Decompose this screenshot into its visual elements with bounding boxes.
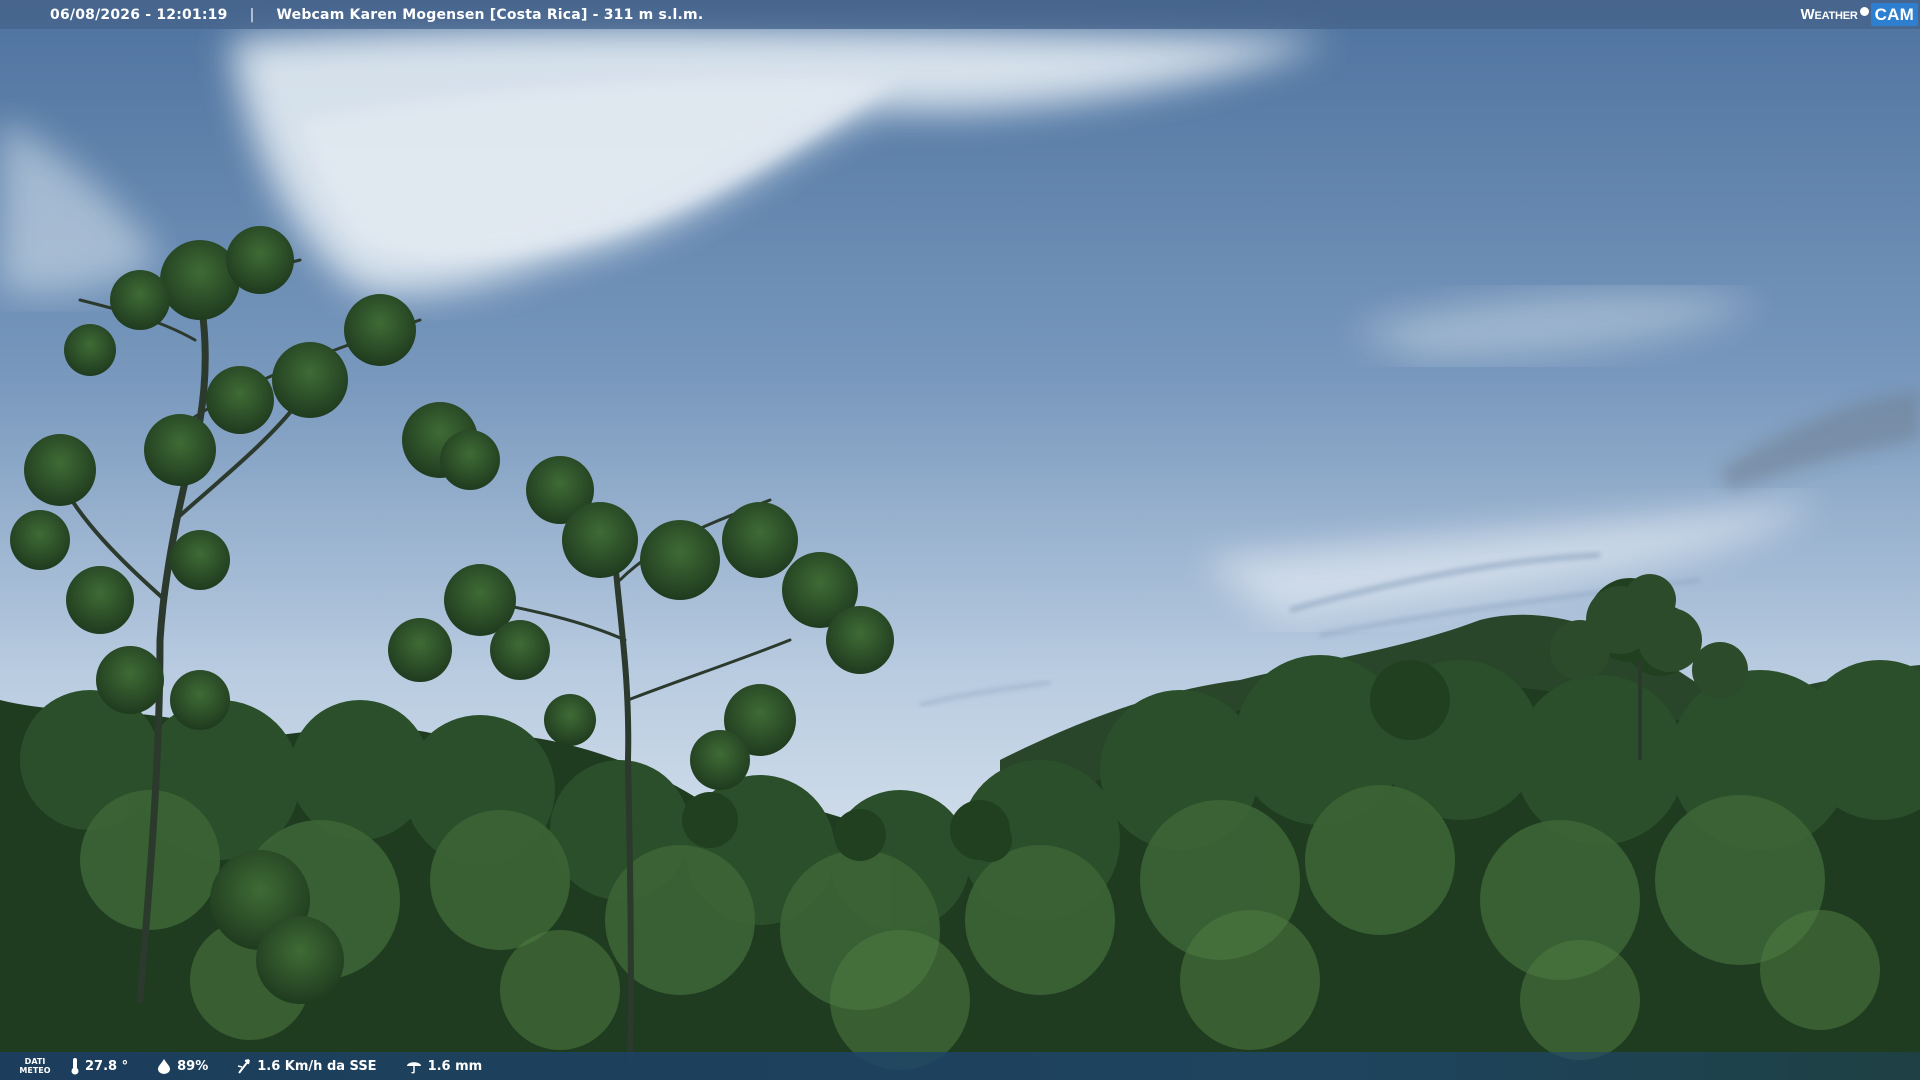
weather-data-bar: DATI METEO 27.8 ° 89% 1.6 Km/h da SSE 1.… — [0, 1052, 1920, 1080]
top-info-bar: 06/08/2026 - 12:01:19 | Webcam Karen Mog… — [0, 0, 1920, 29]
humidity-drop-icon — [158, 1059, 171, 1074]
rain-reading: 1.6 mm — [405, 1058, 483, 1074]
thermometer-icon — [71, 1058, 79, 1075]
rain-value: 1.6 mm — [427, 1058, 483, 1074]
separator: | — [249, 6, 255, 23]
logo-cam-text: CAM — [1870, 3, 1918, 26]
temperature-reading: 27.8 ° — [70, 1057, 128, 1075]
weathercam-logo: Weather CAM — [1800, 2, 1918, 27]
rain-icon — [406, 1062, 421, 1074]
humidity-value: 89% — [177, 1058, 209, 1074]
temperature-value: 27.8 ° — [85, 1058, 129, 1074]
webcam-title: Webcam Karen Mogensen [Costa Rica] - 311… — [276, 6, 704, 23]
logo-dot-icon — [1859, 7, 1869, 16]
logo-weather-text: Weather — [1800, 6, 1858, 23]
wind-value: 1.6 Km/h da SSE — [257, 1058, 377, 1074]
datetime-label: 06/08/2026 - 12:01:19 — [50, 6, 228, 23]
webcam-scene — [0, 0, 1920, 1080]
dati-meteo-label: DATI METEO — [19, 1057, 51, 1075]
wind-reading: 1.6 Km/h da SSE — [236, 1058, 377, 1074]
wind-icon — [238, 1059, 251, 1074]
humidity-reading: 89% — [156, 1058, 208, 1074]
